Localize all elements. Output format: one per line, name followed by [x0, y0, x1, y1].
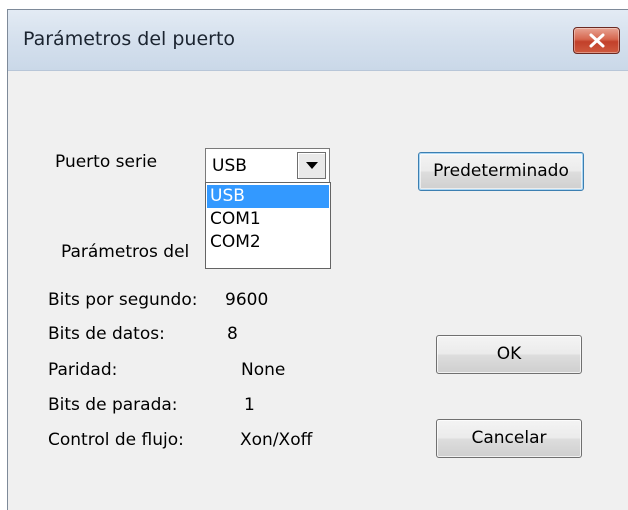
- param-label-flowcontrol: Control de flujo:: [48, 430, 184, 450]
- params-heading: Parámetros del: [61, 242, 190, 262]
- chevron-down-icon: [306, 162, 318, 169]
- port-option-com1[interactable]: COM1: [207, 208, 329, 231]
- title-bar[interactable]: Parámetros del puerto: [8, 10, 628, 71]
- port-option-com2[interactable]: COM2: [207, 231, 329, 254]
- cancel-button[interactable]: Cancelar: [436, 419, 582, 458]
- dialog-window: Parámetros del puerto Puerto serie Parám…: [7, 9, 628, 510]
- param-value-databits: 8: [227, 324, 238, 344]
- param-value-flowcontrol: Xon/Xoff: [240, 430, 313, 450]
- close-button[interactable]: [573, 27, 620, 54]
- default-button[interactable]: Predeterminado: [418, 152, 584, 191]
- port-option-usb[interactable]: USB: [207, 185, 329, 208]
- port-select-arrow[interactable]: [297, 152, 326, 179]
- port-dropdown-list: USB COM1 COM2: [205, 182, 331, 269]
- port-label: Puerto serie: [55, 152, 158, 172]
- param-value-stopbits: 1: [244, 395, 255, 415]
- param-value-parity: None: [241, 360, 286, 380]
- port-select[interactable]: USB: [205, 148, 330, 183]
- param-label-parity: Paridad:: [48, 360, 118, 380]
- close-icon: [589, 33, 605, 48]
- param-label-baud: Bits por segundo:: [48, 290, 198, 310]
- port-select-value: USB: [212, 156, 247, 176]
- window-title: Parámetros del puerto: [23, 28, 236, 50]
- param-label-stopbits: Bits de parada:: [48, 395, 178, 415]
- param-value-baud: 9600: [225, 290, 269, 310]
- ok-button[interactable]: OK: [436, 335, 582, 374]
- param-label-databits: Bits de datos:: [48, 324, 165, 344]
